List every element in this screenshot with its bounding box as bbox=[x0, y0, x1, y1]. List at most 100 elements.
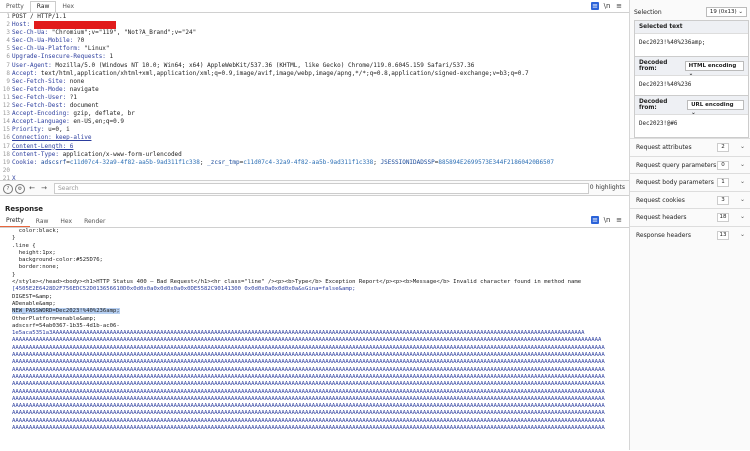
response-line: adscsrf=54ab0367-1b35-4d1b-ac06- bbox=[0, 323, 629, 330]
request-text: gzip, deflate, br bbox=[73, 110, 135, 118]
response-line: AAAAAAAAAAAAAAAAAAAAAAAAAAAAAAAAAAAAAAAA… bbox=[0, 337, 629, 344]
menu-icon[interactable]: ≡ bbox=[615, 2, 623, 10]
response-line: </style></head><body><h1>HTTP Status 400… bbox=[0, 279, 629, 286]
response-line: } bbox=[0, 272, 629, 279]
selection-info-dropdown[interactable]: 19 (0x13) ⌄ bbox=[705, 7, 747, 17]
settings-icon[interactable]: ⚙ bbox=[15, 184, 25, 194]
help-icon[interactable]: ? bbox=[3, 184, 13, 194]
count-badge: 2 bbox=[717, 143, 729, 152]
response-toolbar: ≡ \n ≡ bbox=[591, 216, 623, 224]
request-text: JSESSIONIDADSSP bbox=[380, 158, 435, 166]
request-line: 9 Sec-Fetch-Site: none bbox=[0, 78, 629, 86]
line-number: 4 bbox=[6, 37, 10, 45]
request-text: 885894E2699573E344F21860420B6507 bbox=[438, 158, 554, 166]
response-line: NEW_PASSWORD=Dec2023!%40%236amp; bbox=[0, 308, 629, 315]
response-text: AAAAAAAAAAAAAAAAAAAAAAAAAAAAAAAAAAAAAAAA… bbox=[12, 395, 605, 402]
response-text: AAAAAAAAAAAAAAAAAAAAAAAAAAAAAAAAAAAAAAAA… bbox=[12, 337, 602, 344]
forward-arrow-icon[interactable]: → bbox=[40, 184, 48, 192]
wrap-lines-icon[interactable]: \n bbox=[603, 216, 611, 224]
search-bar: ? ⚙ ← → Search 0 highlights bbox=[0, 180, 629, 196]
count-badge: 3 bbox=[717, 195, 729, 205]
inspector-row-label: Request body parameters bbox=[636, 179, 714, 186]
request-text: ?1 bbox=[69, 93, 78, 101]
request-text: Content-Length: 6 bbox=[12, 142, 74, 150]
request-text: Sec-Fetch-Mode: bbox=[12, 85, 70, 93]
request-text: Connection: keep-alive bbox=[12, 134, 92, 142]
request-text: adscsrf bbox=[40, 158, 67, 166]
request-line: 6 Upgrade-Insecure-Requests: 1 bbox=[0, 53, 629, 61]
chevron-down-icon: ⌄ bbox=[688, 71, 694, 77]
request-line: 12 Sec-Fetch-Dest: document bbox=[0, 102, 629, 110]
request-text: Upgrade-Insecure-Requests: bbox=[12, 53, 110, 61]
response-line: border:none; bbox=[0, 264, 629, 271]
request-text: Sec-Fetch-Site: bbox=[12, 77, 70, 85]
request-line: 13 Accept-Encoding: gzip, deflate, br bbox=[0, 110, 629, 118]
response-title: Response bbox=[5, 205, 44, 213]
encoding-select[interactable]: URL encoding ⌄ bbox=[687, 100, 744, 116]
chevron-down-icon: ⌄ bbox=[739, 160, 745, 168]
response-text: [4505E2E6428D2F756EDC52D013656610D0x0d0x… bbox=[12, 286, 356, 293]
inspector-row[interactable]: Request headers 18 ⌄ bbox=[630, 208, 750, 226]
line-number: 15 bbox=[2, 126, 10, 134]
encoding-select[interactable]: HTML encoding ⌄ bbox=[684, 61, 744, 77]
selected-text-value[interactable]: Dec2023!%40%236amp; bbox=[635, 34, 748, 56]
tab-hex[interactable]: Hex bbox=[56, 2, 80, 12]
response-editor[interactable]: color:black;} .line { height:1px; backgro… bbox=[0, 227, 629, 451]
decoded-value[interactable]: Dec2023!@#6 bbox=[635, 115, 748, 137]
line-number: 18 bbox=[2, 150, 10, 158]
request-line: 4 Sec-Ch-Ua-Mobile: ?0 bbox=[0, 37, 629, 45]
request-line: 15 Priority: u=0, i bbox=[0, 126, 629, 134]
request-text: document bbox=[69, 102, 99, 110]
inspector-row[interactable]: Request body parameters 1 ⌄ bbox=[630, 173, 750, 191]
response-line: } bbox=[0, 235, 629, 242]
chevron-down-icon: ⌄ bbox=[739, 213, 745, 220]
response-line: background-color:#525D76; bbox=[0, 257, 629, 264]
request-line: 10 Sec-Fetch-Mode: navigate bbox=[0, 86, 629, 94]
response-line: .line { bbox=[0, 243, 629, 250]
request-text: application/x-www-form-urlencoded bbox=[62, 150, 182, 158]
response-line: AAAAAAAAAAAAAAAAAAAAAAAAAAAAAAAAAAAAAAAA… bbox=[0, 352, 629, 359]
message-actions-icon[interactable]: ≡ bbox=[591, 216, 599, 224]
line-number: 5 bbox=[6, 45, 10, 53]
encoding-value: HTML encoding bbox=[688, 63, 737, 69]
line-number: 19 bbox=[2, 158, 10, 166]
inspector-row[interactable]: Request attributes 2 ⌄ bbox=[630, 138, 750, 156]
tab-pretty[interactable]: Pretty bbox=[0, 2, 30, 12]
tab-pretty[interactable]: Pretty bbox=[0, 216, 30, 227]
response-text: DIGEST=&amp; bbox=[12, 293, 53, 300]
response-text: adscsrf=54ab0367-1b35-4d1b-ac06- bbox=[12, 322, 120, 329]
response-line: AAAAAAAAAAAAAAAAAAAAAAAAAAAAAAAAAAAAAAAA… bbox=[0, 367, 629, 374]
back-arrow-icon[interactable]: ← bbox=[28, 184, 36, 192]
inspector-row[interactable]: Request cookies 3 ⌄ bbox=[630, 190, 750, 209]
request-text: Sec-Ch-Ua-Platform: bbox=[12, 45, 85, 53]
tab-render[interactable]: Render bbox=[78, 217, 111, 227]
request-text: _zcsr_tmp bbox=[207, 158, 240, 166]
response-text: 1e5aca5351a3AAAAAAAAAAAAAAAAAAAAAAAAAAAA… bbox=[12, 330, 585, 337]
response-text: AAAAAAAAAAAAAAAAAAAAAAAAAAAAAAAAAAAAAAAA… bbox=[12, 359, 605, 366]
request-toolbar: ≡ \n ≡ bbox=[591, 2, 623, 10]
line-number: 14 bbox=[2, 118, 10, 126]
response-line: AAAAAAAAAAAAAAAAAAAAAAAAAAAAAAAAAAAAAAAA… bbox=[0, 345, 629, 352]
inspector-row[interactable]: Request query parameters 0 ⌄ bbox=[630, 155, 750, 174]
response-line: DIGEST=&amp; bbox=[0, 294, 629, 301]
menu-icon[interactable]: ≡ bbox=[615, 216, 623, 224]
request-line: 5 Sec-Ch-Ua-Platform: "Linux" bbox=[0, 45, 629, 53]
inspector-row[interactable]: Response headers 13 ⌄ bbox=[630, 225, 750, 244]
tab-raw[interactable]: Raw bbox=[29, 1, 57, 12]
chevron-down-icon: ⌄ bbox=[739, 143, 745, 150]
tab-hex[interactable]: Hex bbox=[54, 217, 78, 227]
response-text: AAAAAAAAAAAAAAAAAAAAAAAAAAAAAAAAAAAAAAAA… bbox=[12, 425, 605, 432]
request-text: Cookie: bbox=[12, 158, 41, 166]
search-input[interactable]: Search bbox=[54, 183, 589, 194]
count-badge: 0 bbox=[717, 160, 729, 170]
tab-raw[interactable]: Raw bbox=[30, 217, 55, 227]
request-text: "Linux" bbox=[84, 45, 110, 53]
line-number: 3 bbox=[6, 29, 10, 37]
response-text: AAAAAAAAAAAAAAAAAAAAAAAAAAAAAAAAAAAAAAAA… bbox=[12, 344, 605, 351]
request-line: 16 Connection: keep-alive bbox=[0, 134, 629, 142]
request-editor[interactable]: 1 POST / HTTP/1.1 2 Host: 3 Sec-Ch-Ua: "Chro… bbox=[0, 12, 629, 182]
wrap-lines-icon[interactable]: \n bbox=[603, 2, 611, 10]
line-number: 2 bbox=[6, 21, 10, 29]
response-line: OtherPlatform=enable&amp; bbox=[0, 316, 629, 323]
message-actions-icon[interactable]: ≡ bbox=[591, 2, 599, 10]
